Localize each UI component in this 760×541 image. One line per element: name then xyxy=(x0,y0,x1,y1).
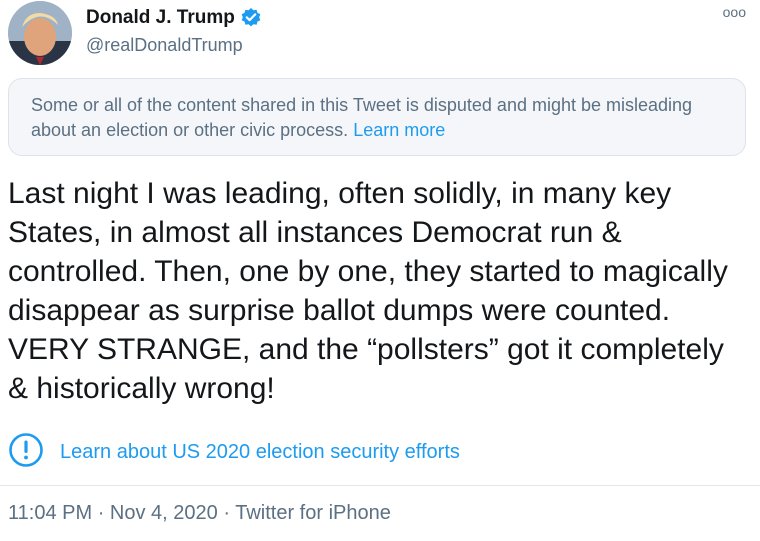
profile-photo xyxy=(8,1,72,65)
learn-more-link[interactable]: Learn more xyxy=(353,120,445,140)
author-display-name[interactable]: Donald J. Trump xyxy=(86,7,235,29)
tweet-source[interactable]: Twitter for iPhone xyxy=(235,502,391,524)
author-name-row: Donald J. Trump xyxy=(86,7,262,29)
tweet-metadata: 11:04 PM · Nov 4, 2020 · Twitter for iPh… xyxy=(8,502,391,525)
more-options-icon[interactable]: ooo xyxy=(723,4,746,20)
election-info-row[interactable]: Learn about US 2020 election security ef… xyxy=(8,432,460,473)
meta-separator: · xyxy=(223,502,231,524)
divider xyxy=(0,485,760,486)
tweet-text: Last night I was leading, often solidly,… xyxy=(8,177,737,405)
meta-separator: · xyxy=(97,502,105,524)
author-handle[interactable]: @realDonaldTrump xyxy=(86,35,243,56)
verified-badge-icon xyxy=(240,7,262,29)
tweet-time[interactable]: 11:04 PM xyxy=(8,502,92,524)
disputed-content-notice: Some or all of the content shared in thi… xyxy=(8,78,746,156)
avatar[interactable] xyxy=(8,1,72,65)
exclamation-circle-icon xyxy=(8,432,44,473)
election-security-link[interactable]: Learn about US 2020 election security ef… xyxy=(60,441,460,464)
tweet-date[interactable]: Nov 4, 2020 xyxy=(110,502,218,524)
